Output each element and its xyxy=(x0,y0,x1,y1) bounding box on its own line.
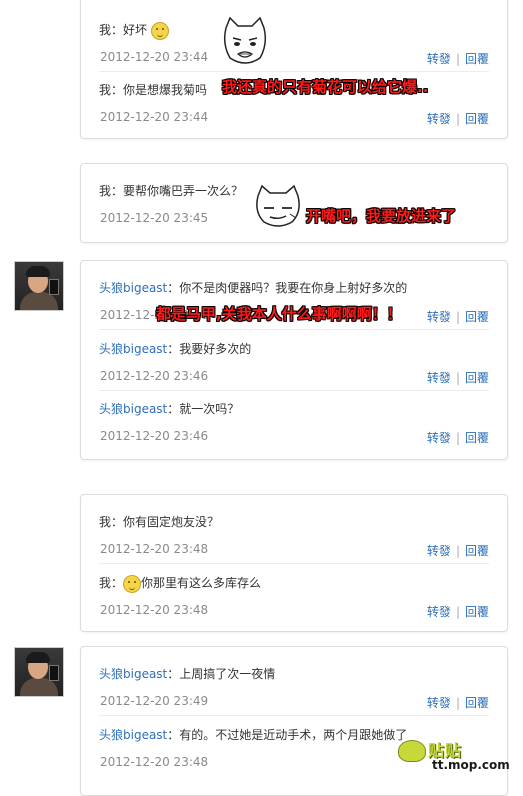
reply-link[interactable]: 回覆 xyxy=(465,310,489,324)
separator: | xyxy=(455,431,460,445)
separator: | xyxy=(455,112,460,126)
sender-label: 我： xyxy=(99,184,124,198)
timestamp: 2012-12-20 23:44 xyxy=(100,110,209,124)
message-text: 我： 你那里有这么多库存么 xyxy=(99,574,261,593)
separator: | xyxy=(455,371,460,385)
separator: | xyxy=(455,52,460,66)
message-item: 我：好坏 2012-12-20 23:44 转發 | 回覆 xyxy=(99,15,489,72)
timestamp: 2012-12-20 23:48 xyxy=(100,542,209,556)
meme-face-icon xyxy=(223,16,267,64)
message-card-3: 头狼bigeast：你不是肉便器吗？我要在你身上射好多次的 2012-12-20… xyxy=(80,260,508,460)
reply-link[interactable]: 回覆 xyxy=(465,605,489,619)
author-link[interactable]: 头狼bigeast xyxy=(99,728,167,742)
message-text: 我：好坏 xyxy=(99,21,169,40)
message-item: 头狼bigeast：就一次吗？ 2012-12-20 23:46 转發 | 回覆 xyxy=(99,394,489,450)
reply-link[interactable]: 回覆 xyxy=(465,371,489,385)
timestamp: 2012-12-20 23:48 xyxy=(100,603,209,617)
message-actions: 转發 | 回覆 xyxy=(427,50,489,67)
message-text: 头狼bigeast：上周搞了次一夜情 xyxy=(99,665,275,682)
forward-link[interactable]: 转發 xyxy=(427,431,451,445)
meme-face-icon xyxy=(256,184,300,227)
message-body: ：就一次吗？ xyxy=(167,402,240,416)
message-item: 头狼bigeast：我要好多次的 2012-12-20 23:46 转發 | 回覆 xyxy=(99,334,489,391)
avatar-hair xyxy=(26,652,50,663)
author-link[interactable]: 头狼bigeast xyxy=(99,342,167,356)
message-text: 头狼bigeast：就一次吗？ xyxy=(99,400,239,417)
reply-link[interactable]: 回覆 xyxy=(465,431,489,445)
reply-link[interactable]: 回覆 xyxy=(465,112,489,126)
overlay-caption: 开嘴吧，我要放进来了 xyxy=(306,207,457,225)
timestamp: 2012-12-20 23:45 xyxy=(100,211,209,225)
message-body: ：上周搞了次一夜情 xyxy=(167,667,276,681)
author-link[interactable]: 头狼bigeast xyxy=(99,667,167,681)
message-body: 要帮你嘴巴弄一次么？ xyxy=(123,184,244,198)
message-text: 我：你是想爆我菊吗 xyxy=(99,81,207,98)
message-actions: 转發 | 回覆 xyxy=(427,369,489,386)
forward-link[interactable]: 转發 xyxy=(427,310,451,324)
timestamp: 2012-12-20 23:44 xyxy=(100,50,209,64)
message-actions: 转發 | 回覆 xyxy=(427,429,489,446)
separator: | xyxy=(455,310,460,324)
avatar-phone xyxy=(49,665,59,681)
message-body: 你是想爆我菊吗 xyxy=(123,83,208,97)
separator: | xyxy=(455,696,460,710)
separator: | xyxy=(455,605,460,619)
message-actions: 转發 | 回覆 xyxy=(427,110,489,127)
smiley-emoji-icon xyxy=(150,21,169,40)
message-body: 你有固定炮友没？ xyxy=(123,515,220,529)
forward-link[interactable]: 转發 xyxy=(427,696,451,710)
message-text: 头狼bigeast：你不是肉便器吗？我要在你身上射好多次的 xyxy=(99,279,407,296)
reply-link[interactable]: 回覆 xyxy=(465,544,489,558)
timestamp: 2012-12-20 23:48 xyxy=(100,755,209,769)
watermark-url: tt.mop.com xyxy=(432,758,510,772)
message-item: 我：你有固定炮友没？ 2012-12-20 23:48 转發 | 回覆 xyxy=(99,507,489,564)
smiley-emoji-icon xyxy=(123,574,142,593)
message-actions: 转發 | 回覆 xyxy=(427,542,489,559)
message-card-1: 我：好坏 2012-12-20 23:44 转發 | 回覆 我：你是想爆我菊吗 20… xyxy=(80,0,508,139)
timestamp: 2012-12-20 23:46 xyxy=(100,369,209,383)
forward-link[interactable]: 转發 xyxy=(427,52,451,66)
message-text: 我：要帮你嘴巴弄一次么？ xyxy=(99,182,243,199)
message-item: 头狼bigeast：上周搞了次一夜情 2012-12-20 23:49 转發 | 回… xyxy=(99,659,489,716)
message-text: 头狼bigeast：有的。不过她是近动手术，两个月跟她做了 xyxy=(99,726,407,743)
overlay-caption: 我还真的只有菊花可以给它爆.. xyxy=(222,78,429,96)
reply-link[interactable]: 回覆 xyxy=(465,52,489,66)
message-body: ：你不是肉便器吗？我要在你身上射好多次的 xyxy=(167,281,408,295)
message-text: 头狼bigeast：我要好多次的 xyxy=(99,340,251,357)
sender-label: 我： xyxy=(99,515,124,529)
sender-label: 我： xyxy=(99,576,124,590)
avatar-phone xyxy=(49,279,59,295)
overlay-caption: 都是马甲,关我本人什么事啊啊啊！！ xyxy=(156,305,402,323)
forward-link[interactable]: 转發 xyxy=(427,371,451,385)
author-link[interactable]: 头狼bigeast xyxy=(99,281,167,295)
message-text: 我：你有固定炮友没？ xyxy=(99,513,219,530)
author-link[interactable]: 头狼bigeast xyxy=(99,402,167,416)
avatar-hair xyxy=(26,266,50,277)
message-body: 好坏 xyxy=(123,23,148,37)
forward-link[interactable]: 转發 xyxy=(427,544,451,558)
message-card-4: 我：你有固定炮友没？ 2012-12-20 23:48 转發 | 回覆 我： 你那里有… xyxy=(80,494,508,632)
timestamp: 2012-12-20 23:49 xyxy=(100,694,209,708)
user-avatar[interactable] xyxy=(14,261,64,311)
watermark: 贴贴 tt.mop.com xyxy=(398,736,516,776)
message-item: 我： 你那里有这么多库存么 2012-12-20 23:48 转發 | 回覆 xyxy=(99,568,489,624)
message-actions: 转發 | 回覆 xyxy=(427,603,489,620)
user-avatar[interactable] xyxy=(14,647,64,697)
reply-link[interactable]: 回覆 xyxy=(465,696,489,710)
sender-label: 我： xyxy=(99,23,124,37)
message-body: ：有的。不过她是近动手术，两个月跟她做了 xyxy=(167,728,408,742)
separator: | xyxy=(455,544,460,558)
message-actions: 转發 | 回覆 xyxy=(427,694,489,711)
watermark-logo-icon xyxy=(398,740,426,762)
forward-link[interactable]: 转發 xyxy=(427,112,451,126)
message-body: ：我要好多次的 xyxy=(167,342,252,356)
sender-label: 我： xyxy=(99,83,124,97)
forward-link[interactable]: 转發 xyxy=(427,605,451,619)
timestamp: 2012-12-20 23:46 xyxy=(100,429,209,443)
message-body: 你那里有这么多库存么 xyxy=(141,576,262,590)
message-actions: 转發 | 回覆 xyxy=(427,308,489,325)
